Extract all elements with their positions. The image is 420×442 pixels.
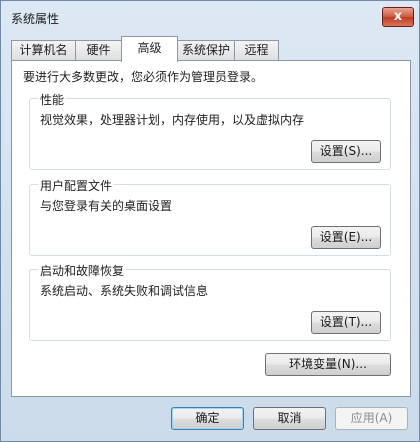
tab-strip: 计算机名 硬件 高级 系统保护 远程 (11, 36, 411, 62)
system-properties-window: 系统属性 x 计算机名 硬件 高级 系统保护 远程 要进行大多数更改，您必须作为… (0, 0, 420, 442)
tab-remote[interactable]: 远程 (234, 40, 279, 61)
tab-computer-name[interactable]: 计算机名 (11, 40, 76, 61)
group-title-startup-recovery: 启动和故障恢复 (38, 262, 127, 279)
group-desc-performance: 视觉效果，处理器计划，内存使用，以及虚拟内存 (40, 113, 305, 127)
group-title-user-profiles: 用户配置文件 (38, 177, 115, 194)
group-startup-recovery: 启动和故障恢复 系统启动、系统失败和调试信息 设置(T)... (29, 262, 391, 341)
performance-settings-button[interactable]: 设置(S)... (311, 140, 381, 163)
group-user-profiles: 用户配置文件 与您登录有关的桌面设置 设置(E)... (29, 177, 391, 256)
group-performance: 性能 视觉效果，处理器计划，内存使用，以及虚拟内存 设置(S)... (29, 91, 391, 170)
environment-variables-button[interactable]: 环境变量(N)... (265, 353, 391, 376)
admin-note: 要进行大多数更改，您必须作为管理员登录。 (23, 70, 264, 84)
window-title: 系统属性 (11, 12, 60, 26)
title-bar[interactable]: 系统属性 x (1, 1, 419, 31)
group-desc-startup-recovery: 系统启动、系统失败和调试信息 (40, 284, 209, 298)
ok-button[interactable]: 确定 (171, 407, 244, 430)
close-button[interactable]: x (382, 7, 414, 27)
tab-system-protection[interactable]: 系统保护 (177, 40, 235, 61)
close-icon: x (393, 9, 403, 24)
group-title-performance: 性能 (38, 91, 67, 108)
user-profiles-settings-button[interactable]: 设置(E)... (311, 226, 381, 249)
cancel-button[interactable]: 取消 (253, 407, 326, 430)
startup-recovery-settings-button[interactable]: 设置(T)... (311, 311, 381, 334)
tab-hardware[interactable]: 硬件 (75, 40, 122, 61)
group-desc-user-profiles: 与您登录有关的桌面设置 (40, 199, 173, 213)
apply-button[interactable]: 应用(A) (335, 407, 408, 430)
tab-advanced[interactable]: 高级 (121, 36, 178, 62)
